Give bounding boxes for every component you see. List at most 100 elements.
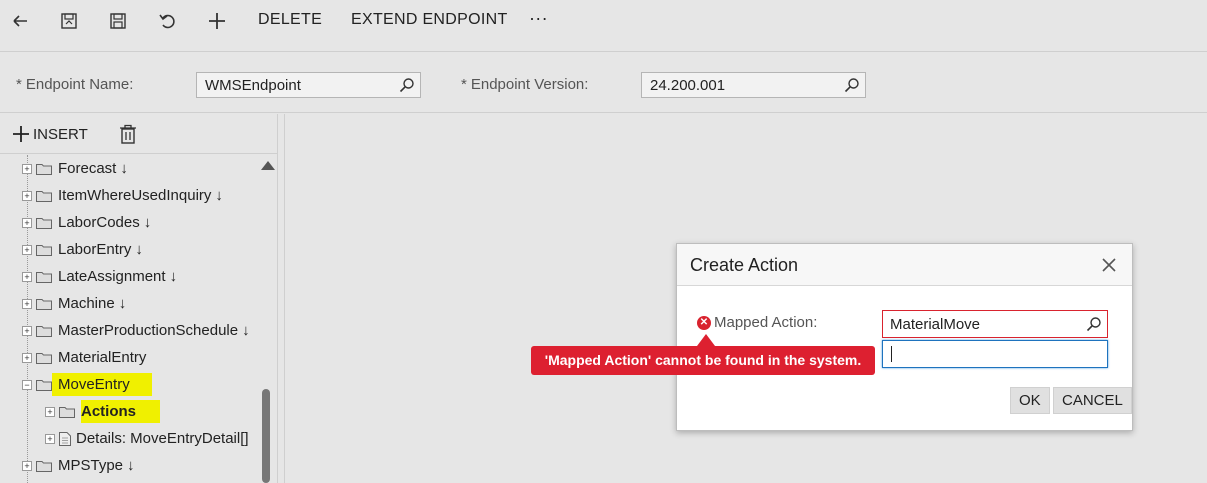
mapped-action-label: Mapped Action: <box>714 314 818 331</box>
add-icon[interactable] <box>204 8 230 34</box>
endpoint-name-label: * Endpoint Name: <box>16 76 133 93</box>
dialog-header: Create Action <box>677 244 1132 286</box>
tree-item-arrow: ↓ <box>118 295 127 312</box>
tree-item-label: MaterialEntry <box>58 349 147 366</box>
tree-item-label: LateAssignment <box>58 268 166 285</box>
search-icon[interactable] <box>399 77 415 93</box>
endpoint-tree: + Forecast ↓ + ItemWhereUsedInquiry ↓ + La… <box>0 155 258 483</box>
folder-icon <box>36 379 52 391</box>
tree-item-arrow: ↓ <box>143 214 152 231</box>
folder-icon <box>59 406 75 418</box>
mapped-action-search-input[interactable] <box>882 340 1108 368</box>
tree-item-arrow: ↓ <box>169 268 178 285</box>
tree-item-materialentry[interactable]: + MaterialEntry <box>22 344 146 371</box>
folder-icon <box>36 271 52 283</box>
required-marker: * <box>16 76 22 93</box>
required-marker: * <box>461 76 467 93</box>
tree-item-label: MasterProductionSchedule <box>58 322 239 339</box>
save-and-close-icon[interactable] <box>56 8 82 34</box>
endpoint-form: * Endpoint Name: WMSEndpoint * Endpoint Ve… <box>0 53 1207 113</box>
folder-icon <box>36 163 52 175</box>
ok-button[interactable]: OK <box>1010 387 1050 414</box>
folder-icon <box>36 352 52 364</box>
scroll-up-icon[interactable] <box>261 161 275 170</box>
cancel-button[interactable]: CANCEL <box>1053 387 1132 414</box>
tree-item-label: Actions <box>81 400 161 423</box>
tree-item-label: MPSType <box>58 457 124 474</box>
folder-icon <box>36 244 52 256</box>
tree-item-laborentry[interactable]: + LaborEntry ↓ <box>22 236 143 263</box>
error-tooltip: 'Mapped Action' cannot be found in the s… <box>531 346 875 375</box>
expand-icon[interactable]: + <box>22 352 32 363</box>
expand-icon[interactable]: + <box>22 298 32 309</box>
tree-item-label: LaborCodes <box>58 214 140 231</box>
back-icon[interactable] <box>8 8 34 34</box>
expand-icon[interactable]: + <box>22 271 32 282</box>
tree-item-machine[interactable]: + Machine ↓ <box>22 290 126 317</box>
folder-icon <box>36 190 52 202</box>
tree-item-label: ItemWhereUsedInquiry <box>58 187 212 204</box>
close-icon[interactable] <box>1100 256 1118 274</box>
tree-panel: INSERT + Forecast ↓ + ItemWhereUsedInquir… <box>0 114 278 483</box>
collapse-icon[interactable]: − <box>22 379 32 390</box>
create-action-dialog: Create Action ✕ Mapped Action: MaterialM… <box>676 243 1133 431</box>
tree-item-actions[interactable]: + Actions <box>45 398 161 425</box>
dialog-title: Create Action <box>690 255 799 275</box>
search-icon[interactable] <box>844 77 860 93</box>
tree-item-arrow: ↓ <box>215 187 223 204</box>
tree-item-arrow: ↓ <box>135 241 143 258</box>
tree-item-laborcodes[interactable]: + LaborCodes ↓ <box>22 209 151 236</box>
mapped-action-field[interactable]: MaterialMove <box>882 310 1108 338</box>
tree-item-label: Forecast <box>58 160 117 177</box>
expand-icon[interactable]: + <box>22 217 32 228</box>
document-icon <box>59 431 71 446</box>
mapped-action-value: MaterialMove <box>890 316 981 333</box>
endpoint-version-label: * Endpoint Version: <box>461 76 588 93</box>
undo-icon[interactable] <box>155 8 181 34</box>
folder-icon <box>36 217 52 229</box>
main-toolbar: DELETE EXTEND ENDPOINT ··· <box>0 0 1207 52</box>
tree-item-moveentry[interactable]: − MoveEntry <box>22 371 152 398</box>
text-caret <box>891 346 892 362</box>
tree-item-label: Details: MoveEntryDetail[] <box>76 430 249 447</box>
insert-label: INSERT <box>33 125 88 143</box>
tree-item-arrow: ↓ <box>242 322 250 339</box>
tree-toolbar: INSERT <box>0 114 278 154</box>
extend-endpoint-button[interactable]: EXTEND ENDPOINT <box>351 11 508 29</box>
error-tooltip-pointer <box>697 334 715 346</box>
tree-item-arrow: ↓ <box>120 160 128 177</box>
endpoint-name-value: WMSEndpoint <box>205 77 301 94</box>
endpoint-version-field[interactable]: 24.200.001 <box>641 72 866 98</box>
scrollbar-thumb[interactable] <box>262 389 270 483</box>
trash-icon[interactable] <box>119 124 137 144</box>
tree-item-forecast[interactable]: + Forecast ↓ <box>22 155 128 182</box>
error-icon: ✕ <box>697 316 711 330</box>
expand-icon[interactable]: + <box>22 190 32 201</box>
more-menu-button[interactable]: ··· <box>529 8 548 29</box>
folder-icon <box>36 298 52 310</box>
expand-icon[interactable]: + <box>22 460 32 471</box>
endpoint-version-value: 24.200.001 <box>650 77 726 94</box>
tree-scrollbar[interactable] <box>258 155 278 483</box>
tree-item-lateassignment[interactable]: + LateAssignment ↓ <box>22 263 177 290</box>
expand-icon[interactable]: + <box>22 325 32 336</box>
add-icon <box>13 126 29 142</box>
tree-item-itemwhereusedinquiry[interactable]: + ItemWhereUsedInquiry ↓ <box>22 182 223 209</box>
folder-icon <box>36 460 52 472</box>
tree-item-arrow: ↓ <box>127 457 135 474</box>
delete-button[interactable]: DELETE <box>258 11 322 29</box>
expand-icon[interactable]: + <box>45 433 55 444</box>
expand-icon[interactable]: + <box>22 244 32 255</box>
expand-icon[interactable]: + <box>22 163 32 174</box>
tree-item-mpstype[interactable]: + MPSType ↓ <box>22 452 135 479</box>
endpoint-name-field[interactable]: WMSEndpoint <box>196 72 421 98</box>
insert-button[interactable]: INSERT <box>12 125 88 143</box>
tree-item-masterproductionschedule[interactable]: + MasterProductionSchedule ↓ <box>22 317 250 344</box>
folder-icon <box>36 325 52 337</box>
tree-item-label: MoveEntry <box>52 373 152 396</box>
tree-item-details[interactable]: + Details: MoveEntryDetail[] <box>45 425 249 452</box>
save-icon[interactable] <box>105 8 131 34</box>
tree-item-label: Machine <box>58 295 115 312</box>
search-icon[interactable] <box>1086 316 1102 332</box>
expand-icon[interactable]: + <box>45 406 55 417</box>
